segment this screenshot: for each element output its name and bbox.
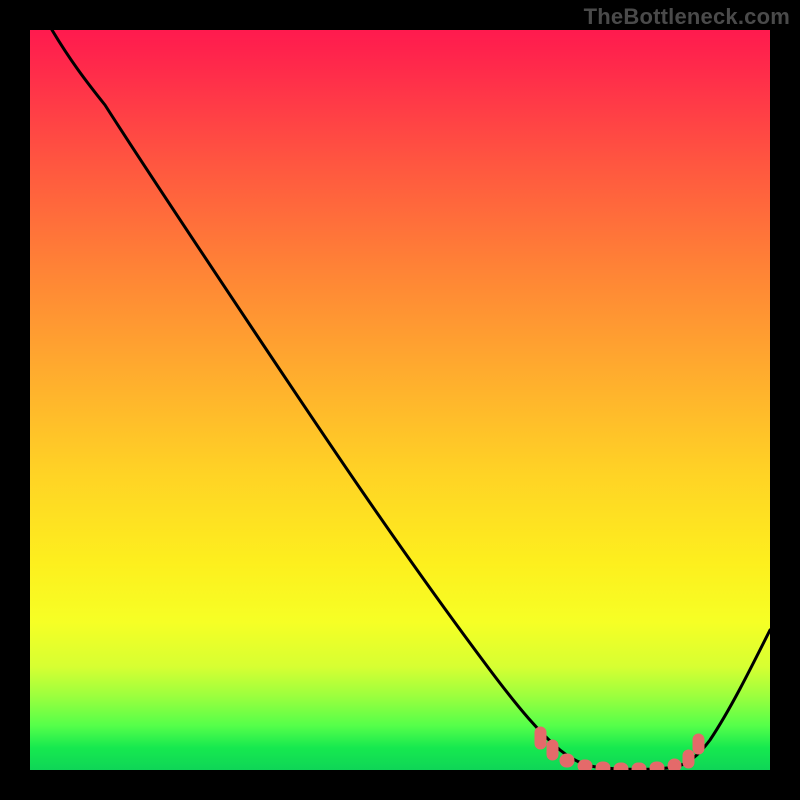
marker-dot (693, 734, 704, 754)
marker-dot (632, 763, 646, 770)
marker-dot (614, 763, 628, 770)
bottleneck-curve (52, 30, 770, 769)
curve-layer (30, 30, 770, 770)
marker-dot (650, 762, 664, 770)
marker-dot (683, 750, 694, 768)
marker-dot (535, 727, 546, 749)
marker-dot (560, 754, 574, 767)
chart-frame: TheBottleneck.com (0, 0, 800, 800)
watermark-text: TheBottleneck.com (584, 4, 790, 30)
marker-dot (547, 740, 558, 760)
plot-area (30, 30, 770, 770)
marker-dot (668, 759, 681, 770)
marker-dot (578, 760, 592, 770)
marker-dot (596, 762, 610, 770)
